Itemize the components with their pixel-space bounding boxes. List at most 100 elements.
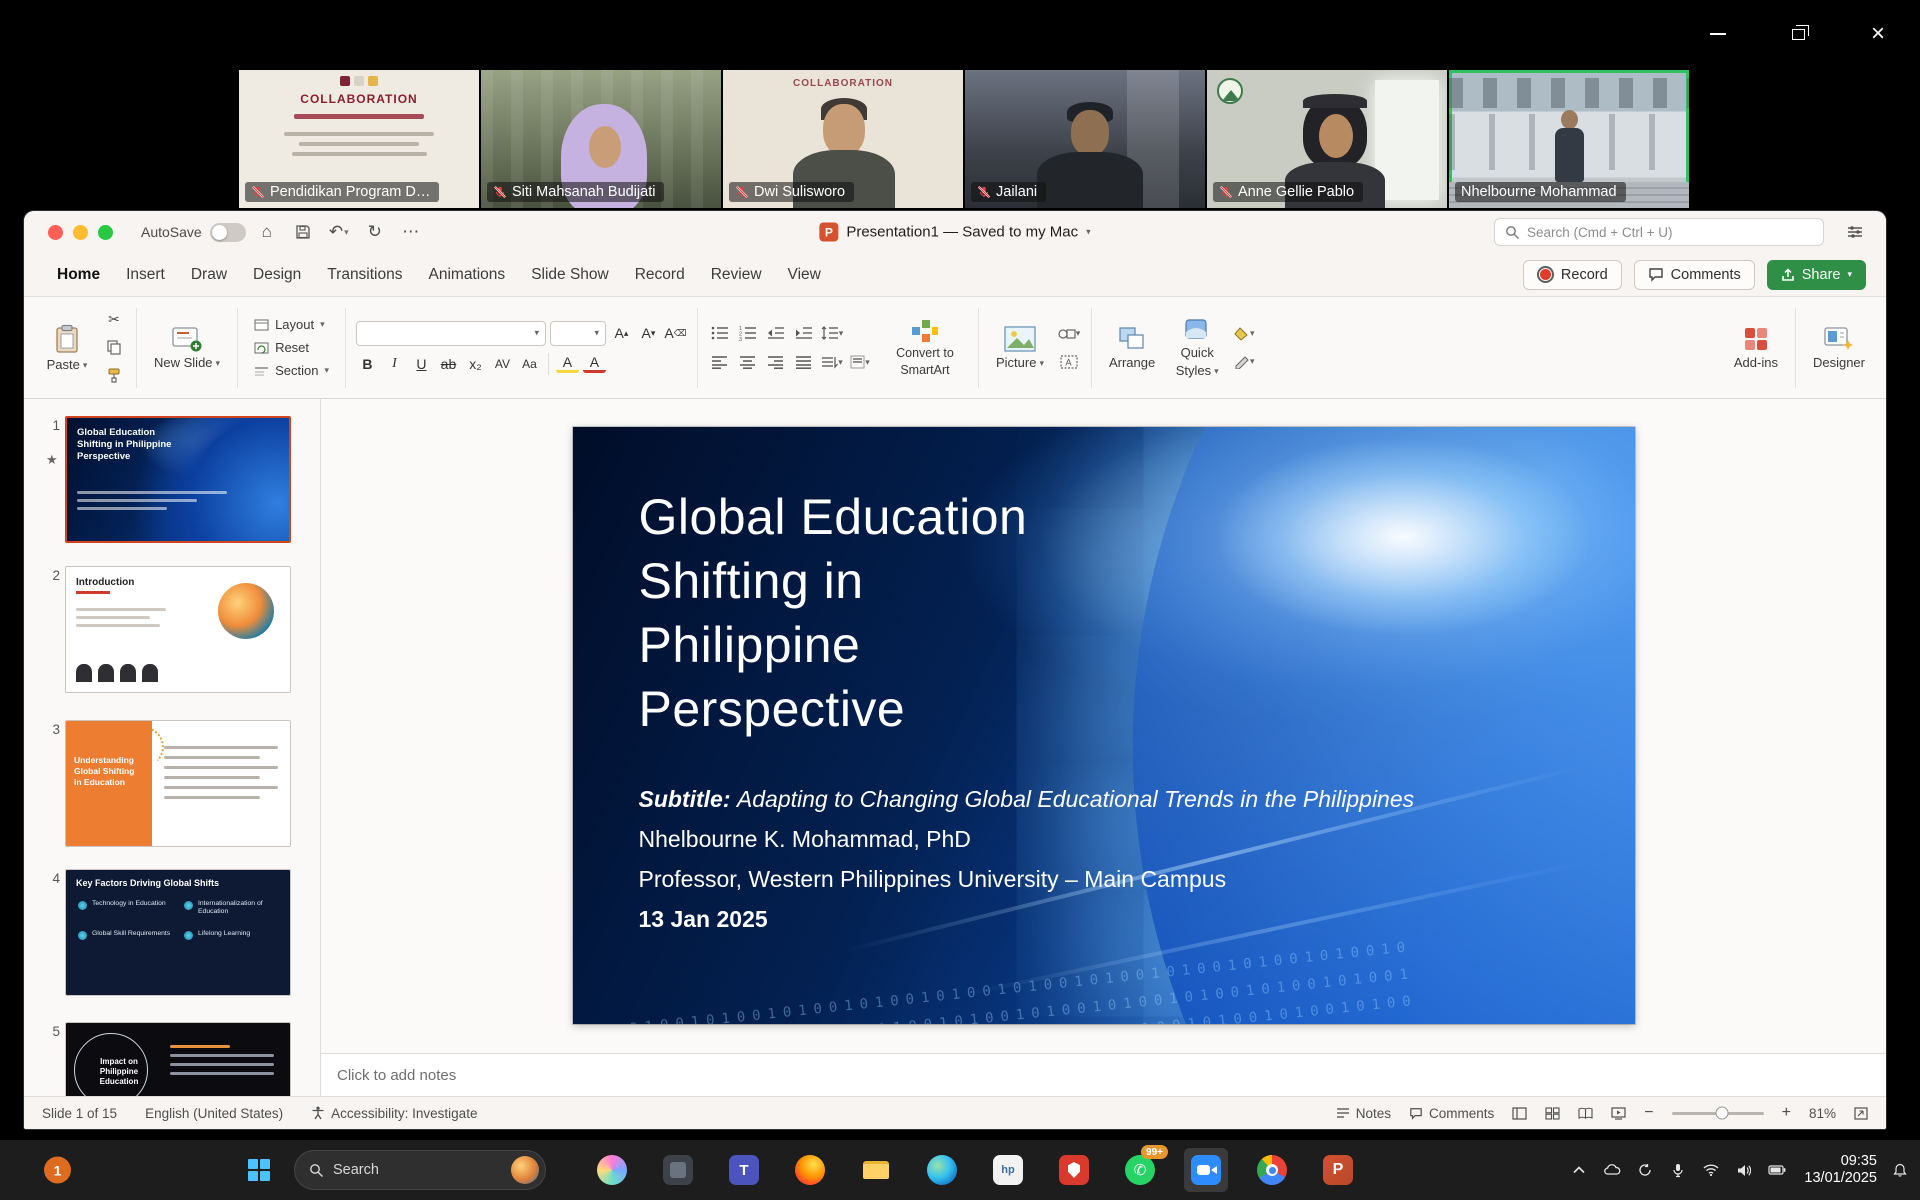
slide-canvas[interactable]: 0010100101001010010100101001010010100101… <box>321 399 1886 1053</box>
format-painter-icon[interactable] <box>102 365 126 387</box>
cut-icon[interactable]: ✂ <box>102 309 126 331</box>
section-button[interactable]: Section▾ <box>248 361 335 380</box>
picture-button[interactable]: Picture▾ <box>989 322 1051 374</box>
quick-styles-button[interactable]: Quick Styles▾ <box>1168 314 1226 382</box>
slide-subtitle-block[interactable]: Subtitle: Adapting to Changing Global Ed… <box>639 779 1415 939</box>
normal-view-button[interactable] <box>1512 1107 1527 1120</box>
slide-sorter-view-button[interactable] <box>1545 1107 1560 1120</box>
slide-thumbnail-panel[interactable]: 1 ★ Global Education Shifting in Philipp… <box>24 399 321 1096</box>
slide-title[interactable]: Global Education Shifting in Philippine … <box>639 485 1028 741</box>
window-restore-button[interactable] <box>1778 16 1818 52</box>
comments-toggle-button[interactable]: Comments <box>1409 1106 1494 1121</box>
decrease-indent-icon[interactable] <box>764 322 788 344</box>
save-icon[interactable] <box>288 219 318 245</box>
change-case-button[interactable]: Aa <box>518 353 541 375</box>
mac-minimize-button[interactable] <box>73 225 88 240</box>
zoom-percentage[interactable]: 81% <box>1809 1106 1836 1121</box>
shape-fill-icon[interactable]: ▾ <box>1232 323 1256 345</box>
font-color-button[interactable]: A <box>583 354 606 373</box>
autosave-toggle[interactable] <box>210 223 246 242</box>
tab-record[interactable]: Record <box>622 257 698 293</box>
notes-pane[interactable]: Click to add notes <box>321 1053 1886 1096</box>
participant-tile-1[interactable]: COLLABORATION Pendidikan Program D… <box>239 70 479 208</box>
share-button[interactable]: Share ▾ <box>1767 260 1866 290</box>
numbered-list-icon[interactable]: 123 <box>736 322 760 344</box>
character-spacing-button[interactable]: AV <box>491 353 514 375</box>
bold-button[interactable]: B <box>356 353 379 375</box>
window-close-button[interactable]: × <box>1858 16 1898 52</box>
zoom-slider[interactable] <box>1672 1112 1764 1115</box>
task-view-icon[interactable] <box>656 1148 700 1192</box>
text-box-icon[interactable]: A <box>1057 351 1081 373</box>
arrange-button[interactable]: Arrange <box>1102 322 1162 374</box>
titlebar-search[interactable] <box>1494 218 1824 246</box>
hp-smart-icon[interactable]: hp <box>986 1148 1030 1192</box>
undo-icon[interactable]: ↶▾ <box>324 219 354 245</box>
comments-button[interactable]: Comments <box>1634 260 1755 290</box>
taskbar-clock[interactable]: 09:35 13/01/2025 <box>1804 1153 1877 1187</box>
shapes-icon[interactable]: ▾ <box>1057 323 1081 345</box>
strikethrough-button[interactable]: ab <box>437 353 460 375</box>
participant-tile-6-active-speaker[interactable]: Nhelbourne Mohammad <box>1449 70 1689 208</box>
teams-icon[interactable]: T <box>722 1148 766 1192</box>
ribbon-settings-icon[interactable] <box>1840 219 1870 245</box>
microphone-icon[interactable] <box>1668 1160 1688 1180</box>
file-explorer-icon[interactable] <box>854 1148 898 1192</box>
record-button[interactable]: Record <box>1523 260 1622 290</box>
shrink-font-icon[interactable]: A▾ <box>637 322 660 344</box>
update-icon[interactable] <box>1635 1160 1655 1180</box>
align-text-icon[interactable]: ▾ <box>848 351 872 373</box>
line-spacing-icon[interactable]: ▾ <box>820 322 844 344</box>
highlight-color-button[interactable]: A <box>556 354 579 373</box>
powerpoint-app-icon[interactable]: P <box>1316 1148 1360 1192</box>
tab-insert[interactable]: Insert <box>113 257 178 293</box>
tab-slide-show[interactable]: Slide Show <box>518 257 622 293</box>
mac-close-button[interactable] <box>48 225 63 240</box>
subscript-button[interactable]: x₂ <box>464 353 487 375</box>
slide-1[interactable]: 0010100101001010010100101001010010100101… <box>573 427 1635 1024</box>
tab-draw[interactable]: Draw <box>178 257 240 293</box>
taskbar-search[interactable]: Search <box>294 1150 546 1190</box>
clear-formatting-icon[interactable]: A⌫ <box>664 322 687 344</box>
security-app-icon[interactable] <box>1052 1148 1096 1192</box>
shape-outline-icon[interactable]: ▾ <box>1232 351 1256 373</box>
grow-font-icon[interactable]: A▴ <box>610 322 633 344</box>
tab-review[interactable]: Review <box>698 257 775 293</box>
justify-icon[interactable] <box>792 351 816 373</box>
layout-button[interactable]: Layout▾ <box>248 315 335 334</box>
home-icon[interactable]: ⌂ <box>252 219 282 245</box>
italic-button[interactable]: I <box>383 353 406 375</box>
language-button[interactable]: English (United States) <box>145 1106 283 1121</box>
reset-button[interactable]: Reset <box>248 338 335 357</box>
firefox-icon[interactable] <box>788 1148 832 1192</box>
tab-view[interactable]: View <box>775 257 834 293</box>
add-ins-button[interactable]: Add-ins <box>1727 322 1785 374</box>
edge-icon[interactable] <box>920 1148 964 1192</box>
zoom-out-button[interactable]: − <box>1644 1104 1653 1122</box>
start-button[interactable] <box>237 1148 281 1192</box>
tab-animations[interactable]: Animations <box>416 257 519 293</box>
slide-thumbnail-1[interactable]: Global Education Shifting in Philippine … <box>65 416 291 543</box>
participant-tile-2[interactable]: Siti Mahsanah Budijati <box>481 70 721 208</box>
slide-thumbnail-4[interactable]: Key Factors Driving Global Shifts Techno… <box>65 869 291 996</box>
document-title[interactable]: P Presentation1 — Saved to my Mac ▾ <box>819 223 1090 242</box>
tab-home[interactable]: Home <box>44 257 113 293</box>
align-right-icon[interactable] <box>764 351 788 373</box>
tab-design[interactable]: Design <box>240 257 314 293</box>
onedrive-icon[interactable] <box>1602 1160 1622 1180</box>
copy-icon[interactable] <box>102 337 126 359</box>
titlebar-search-input[interactable] <box>1527 225 1813 240</box>
slide-show-button[interactable] <box>1611 1107 1626 1120</box>
wifi-icon[interactable] <box>1701 1160 1721 1180</box>
bullet-list-icon[interactable] <box>708 322 732 344</box>
paste-button[interactable]: Paste▾ <box>38 320 96 376</box>
notification-count-badge[interactable]: 1 <box>44 1157 71 1184</box>
increase-indent-icon[interactable] <box>792 322 816 344</box>
designer-button[interactable]: Designer <box>1806 322 1872 374</box>
zoom-in-button[interactable]: + <box>1782 1104 1791 1122</box>
chrome-icon[interactable] <box>1250 1148 1294 1192</box>
new-slide-button[interactable]: New Slide▾ <box>147 322 227 374</box>
window-minimize-button[interactable] <box>1698 16 1738 52</box>
zoom-slider-knob[interactable] <box>1716 1107 1729 1120</box>
convert-to-smartart-button[interactable]: Convert to SmartArt <box>882 319 968 377</box>
